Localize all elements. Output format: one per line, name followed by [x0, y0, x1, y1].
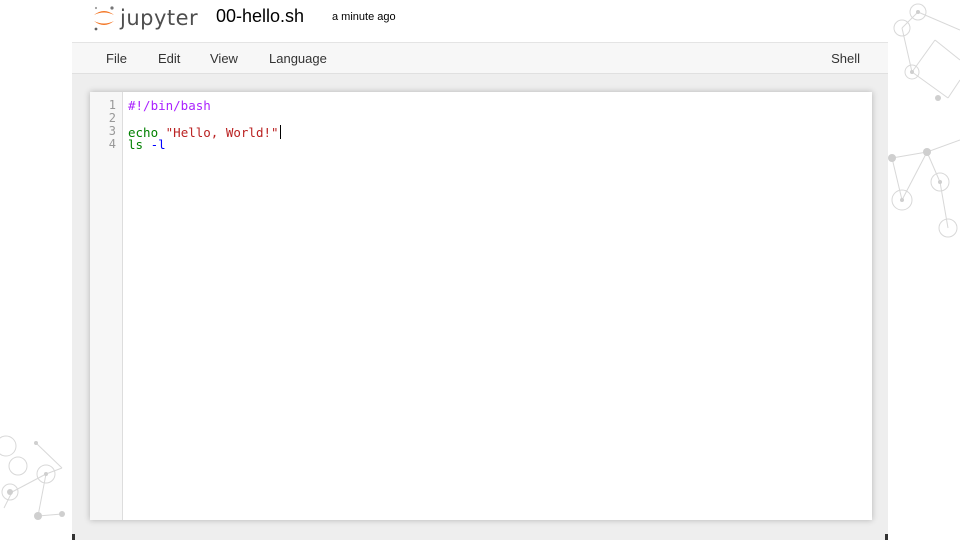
logo-text: jupyter [120, 6, 199, 30]
header: jupyter 00-hello.sh a minute ago [72, 0, 888, 42]
menu-view[interactable]: View [210, 51, 238, 66]
mode-indicator: Shell [831, 51, 860, 66]
menu-language[interactable]: Language [269, 51, 327, 66]
argument-token: -l [150, 137, 166, 152]
frame-corner [72, 534, 75, 540]
text-cursor [279, 125, 281, 139]
menu-file[interactable]: File [106, 51, 127, 66]
jupyter-logo[interactable]: jupyter [92, 3, 198, 33]
network-decoration [888, 3, 960, 238]
jupyter-logo-icon [94, 6, 114, 31]
line-number: 4 [108, 137, 116, 151]
file-title[interactable]: 00-hello.sh [216, 6, 304, 27]
code-area[interactable]: #!/bin/bash echo "Hello, World!" ls -l [128, 99, 281, 151]
network-decoration [0, 435, 65, 520]
save-status: a minute ago [332, 11, 396, 23]
frame-corner [885, 534, 888, 540]
shebang-token: #!/bin/bash [128, 98, 211, 113]
menubar: File Edit View Language Shell [72, 42, 888, 74]
string-token: "Hello, World!" [165, 125, 279, 140]
code-line[interactable] [128, 112, 281, 125]
line-number-gutter: 1 2 3 4 [90, 92, 123, 520]
builtin-token: ls [128, 137, 144, 152]
code-line[interactable]: #!/bin/bash [128, 99, 281, 112]
code-editor[interactable]: 1 2 3 4 #!/bin/bash echo "Hello, World!"… [90, 92, 872, 520]
menu-edit[interactable]: Edit [158, 51, 180, 66]
